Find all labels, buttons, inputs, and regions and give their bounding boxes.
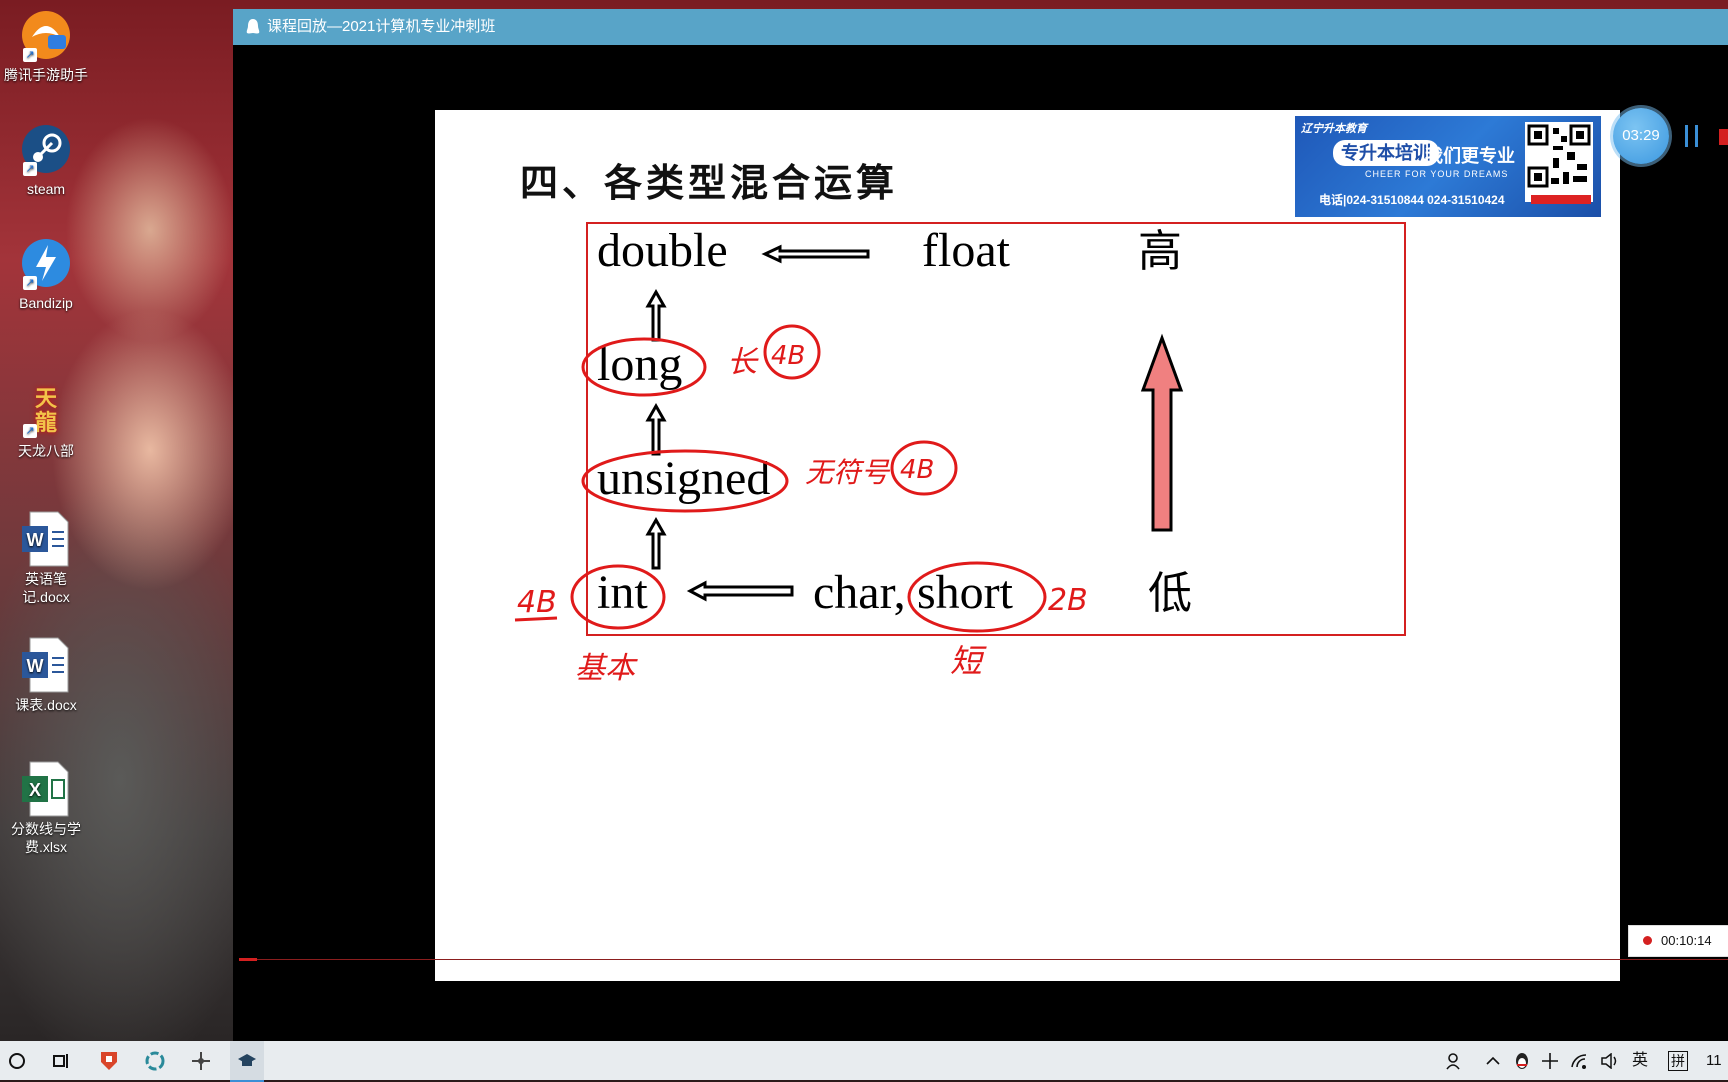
bandizip-icon: ↗ bbox=[17, 234, 75, 292]
excel-doc-icon: X bbox=[17, 760, 75, 818]
rise-arrow bbox=[1140, 333, 1184, 532]
tianlong-game-icon: 天龍 ↗ bbox=[17, 382, 75, 440]
desktop-icon-tuition-sheet[interactable]: X 分数线与学费.xlsx bbox=[2, 760, 90, 856]
desktop-icon-tianlong[interactable]: 天龍 ↗ 天龙八部 bbox=[2, 382, 90, 460]
recording-indicator: 00:10:14 bbox=[1628, 925, 1728, 957]
note-long-size: 4B bbox=[771, 341, 805, 371]
desktop-icon-label: 腾讯手游助手 bbox=[4, 67, 88, 83]
note-long: 长 bbox=[727, 345, 759, 380]
cortana-search-icon[interactable] bbox=[0, 1041, 34, 1080]
type-float: float bbox=[922, 224, 1011, 277]
type-double: double bbox=[597, 224, 728, 277]
taskbar: 英 拼 11 bbox=[0, 1041, 1728, 1082]
shortcut-arrow-icon: ↗ bbox=[23, 424, 37, 438]
arrow-char-to-int bbox=[686, 580, 794, 602]
desktop-icon-label: 分数线与学费.xlsx bbox=[11, 821, 81, 855]
note-int: 基本 bbox=[575, 651, 638, 686]
window-titlebar[interactable]: 课程回放—2021计算机专业冲刺班 bbox=[233, 9, 1728, 45]
svg-text:W: W bbox=[27, 656, 44, 676]
volume-icon[interactable] bbox=[1597, 1041, 1623, 1080]
tray-chevron-up-icon[interactable] bbox=[1480, 1041, 1506, 1080]
steam-icon: ↗ bbox=[17, 120, 75, 178]
note-int-size: 4B bbox=[517, 585, 557, 620]
video-stage[interactable]: 四、各类型混合运算 辽宁升本教育 专升本培训 我们更专业 CHEER FOR Y… bbox=[233, 45, 1728, 1041]
stop-record-icon[interactable] bbox=[1719, 129, 1728, 145]
label-low: 低 bbox=[1148, 568, 1192, 619]
shortcut-arrow-icon: ↗ bbox=[23, 276, 37, 290]
tencent-game-icon: ↗ bbox=[17, 6, 75, 64]
type-int: int bbox=[597, 566, 648, 619]
ime-language-indicator[interactable]: 英 bbox=[1632, 1041, 1648, 1080]
clock[interactable]: 11 bbox=[1706, 1041, 1722, 1080]
desktop-icon-english-notes[interactable]: W 英语笔记.docx bbox=[2, 510, 90, 606]
arrow-float-to-double bbox=[761, 244, 870, 264]
window-title: 课程回放—2021计算机专业冲刺班 bbox=[267, 18, 496, 35]
course-replay-window: 课程回放—2021计算机专业冲刺班 四、各类型混合运算 辽宁升本教育 专升本培训… bbox=[233, 9, 1728, 1041]
svg-text:X: X bbox=[29, 780, 41, 800]
note-unsigned-size: 4B bbox=[900, 455, 934, 485]
network-tray-icon[interactable] bbox=[1537, 1041, 1563, 1080]
playback-progress-fill[interactable] bbox=[239, 958, 257, 961]
type-promotion-diagram: double float long unsigned int char, sho… bbox=[514, 222, 1406, 686]
people-icon[interactable] bbox=[1440, 1041, 1470, 1080]
shortcut-arrow-icon: ↗ bbox=[23, 162, 37, 176]
word-doc-icon: W bbox=[17, 636, 75, 694]
swirl-app-icon[interactable] bbox=[138, 1041, 172, 1080]
pause-icon[interactable] bbox=[1681, 125, 1703, 149]
record-dot-icon bbox=[1643, 936, 1652, 945]
up-arrows bbox=[645, 288, 667, 570]
desktop-icon-label: 课表.docx bbox=[15, 697, 77, 713]
shield-app-icon[interactable] bbox=[92, 1041, 126, 1080]
playback-progress-track[interactable] bbox=[239, 959, 1728, 960]
qq-tray-icon[interactable] bbox=[1509, 1041, 1535, 1080]
network-move-icon[interactable] bbox=[184, 1041, 218, 1080]
type-char: char, bbox=[813, 566, 906, 619]
note-unsigned: 无符号 bbox=[805, 456, 891, 489]
word-doc-icon: W bbox=[17, 510, 75, 568]
label-high: 高 bbox=[1138, 226, 1182, 277]
desktop-icon-label: Bandizip bbox=[19, 295, 73, 311]
note-short: 短 bbox=[950, 642, 987, 680]
course-app-taskbar-icon[interactable] bbox=[230, 1041, 264, 1082]
lecture-slide: 四、各类型混合运算 辽宁升本教育 专升本培训 我们更专业 CHEER FOR Y… bbox=[435, 110, 1620, 981]
desktop-icon-bandizip[interactable]: ↗ Bandizip bbox=[2, 234, 90, 312]
recording-time: 00:10:14 bbox=[1661, 933, 1712, 948]
underline-int-size bbox=[514, 616, 558, 622]
type-short: short bbox=[917, 566, 1014, 619]
ime-mode-indicator[interactable]: 拼 bbox=[1668, 1051, 1688, 1071]
desktop-icon-tencent-game[interactable]: ↗ 腾讯手游助手 bbox=[2, 6, 90, 84]
shortcut-arrow-icon: ↗ bbox=[23, 48, 37, 62]
task-view-icon[interactable] bbox=[44, 1041, 78, 1080]
desktop-icon-label: 天龙八部 bbox=[18, 443, 74, 459]
penguin-app-icon bbox=[246, 19, 260, 34]
note-short-size: 2B bbox=[1048, 583, 1088, 618]
desktop-icon-steam[interactable]: ↗ steam bbox=[2, 120, 90, 198]
type-unsigned: unsigned bbox=[597, 452, 770, 505]
desktop-icon-schedule[interactable]: W 课表.docx bbox=[2, 636, 90, 714]
type-long: long bbox=[597, 338, 682, 391]
svg-text:W: W bbox=[27, 530, 44, 550]
desktop-icon-label: steam bbox=[26, 181, 66, 197]
wifi-icon[interactable] bbox=[1567, 1041, 1593, 1080]
countdown-timer[interactable]: 03:29 bbox=[1613, 108, 1669, 164]
desktop-icon-label: 英语笔记.docx bbox=[22, 571, 70, 605]
